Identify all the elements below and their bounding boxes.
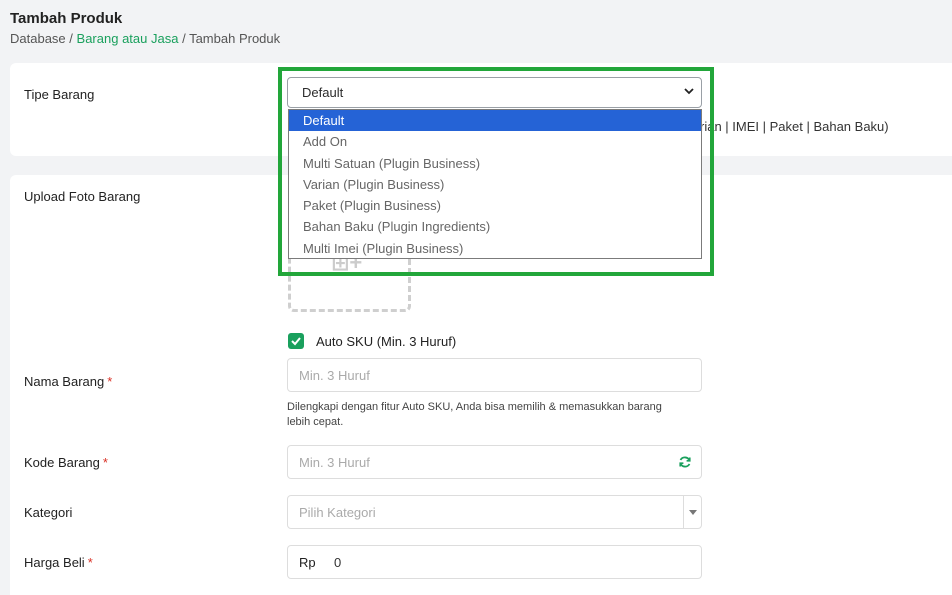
chevron-down-icon[interactable] xyxy=(683,496,701,528)
refresh-icon[interactable] xyxy=(678,455,692,469)
auto-sku-label: Auto SKU (Min. 3 Huruf) xyxy=(316,334,457,349)
required-marker: * xyxy=(102,455,108,470)
breadcrumb-separator: / xyxy=(182,31,186,46)
harga-beli-input[interactable]: Rp 0 xyxy=(287,545,702,579)
required-marker: * xyxy=(87,555,93,570)
breadcrumb-separator: / xyxy=(69,31,73,46)
nama-barang-input[interactable]: Min. 3 Huruf xyxy=(287,358,702,392)
kategori-select[interactable]: Pilih Kategori xyxy=(287,495,702,529)
kode-barang-input[interactable]: Min. 3 Huruf xyxy=(287,445,702,479)
auto-sku-help-text: Dilengkapi dengan fitur Auto SKU, Anda b… xyxy=(287,401,662,428)
breadcrumb: Database / Barang atau Jasa / Tambah Pro… xyxy=(10,31,280,46)
kode-barang-label: Kode Barang * xyxy=(24,455,108,470)
check-icon xyxy=(291,337,301,346)
kategori-label: Kategori xyxy=(24,505,73,520)
breadcrumb-link-barang[interactable]: Barang atau Jasa xyxy=(77,31,179,46)
tipe-barang-hint: rian | IMEI | Paket | Bahan Baku) xyxy=(700,119,889,134)
nama-barang-placeholder: Min. 3 Huruf xyxy=(299,368,370,383)
upload-foto-label: Upload Foto Barang xyxy=(24,189,141,204)
harga-beli-label: Harga Beli * xyxy=(24,555,93,570)
kode-barang-placeholder: Min. 3 Huruf xyxy=(299,455,370,470)
tipe-barang-label: Tipe Barang xyxy=(24,87,95,102)
breadcrumb-current: Tambah Produk xyxy=(189,31,281,46)
required-marker: * xyxy=(107,374,113,389)
page-title: Tambah Produk xyxy=(10,10,123,27)
currency-prefix: Rp xyxy=(299,555,316,570)
highlight-frame xyxy=(278,67,714,276)
auto-sku-checkbox[interactable] xyxy=(288,333,304,349)
nama-barang-label: Nama Barang * xyxy=(24,374,113,389)
breadcrumb-root[interactable]: Database xyxy=(10,31,66,46)
kategori-placeholder: Pilih Kategori xyxy=(299,505,376,520)
harga-beli-value: 0 xyxy=(334,555,342,570)
